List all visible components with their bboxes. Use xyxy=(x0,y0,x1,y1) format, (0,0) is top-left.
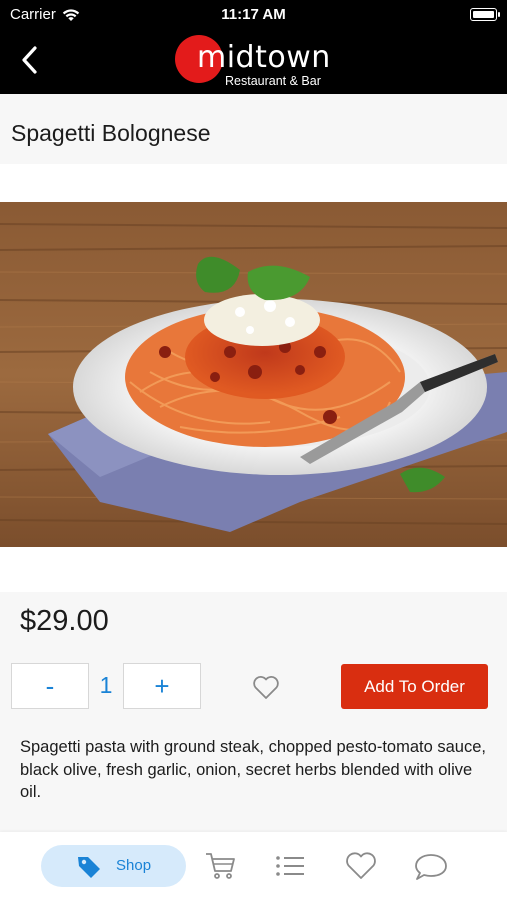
tag-icon xyxy=(78,857,100,878)
add-to-order-button[interactable]: Add To Order xyxy=(341,664,488,709)
battery-level xyxy=(472,10,494,18)
product-image xyxy=(0,202,507,547)
tab-shop-label: Shop xyxy=(116,857,152,874)
favorite-button[interactable] xyxy=(252,674,280,700)
restaurant-logo: midtown Restaurant & Bar xyxy=(175,32,345,88)
spaghetti-photo xyxy=(0,202,507,547)
title-bar: Spagetti Bolognese xyxy=(0,94,507,164)
bottom-tab-bar: Shop xyxy=(0,832,507,900)
status-time: 11:17 AM xyxy=(221,6,286,23)
top-bar: Carrier 11:17 AM midtown Restaurant & Ba… xyxy=(0,0,507,94)
cart-icon xyxy=(206,853,235,879)
back-button[interactable] xyxy=(14,42,44,78)
chevron-left-icon xyxy=(22,46,37,74)
heart-outline-icon xyxy=(253,676,279,699)
heart-icon xyxy=(346,852,376,879)
logo-subtitle: Restaurant & Bar xyxy=(225,74,321,88)
tab-cart[interactable] xyxy=(204,850,238,882)
product-title: Spagetti Bolognese xyxy=(11,120,211,146)
quantity-value: 1 xyxy=(99,672,113,698)
tab-chat[interactable] xyxy=(414,850,448,882)
tab-shop[interactable]: Shop xyxy=(41,845,186,887)
tab-favorites[interactable] xyxy=(344,850,378,882)
battery-icon xyxy=(470,8,500,21)
quantity-increment-button[interactable]: + xyxy=(123,663,201,709)
quantity-decrement-button[interactable]: - xyxy=(11,663,89,709)
chat-bubble-icon xyxy=(415,854,447,880)
list-icon xyxy=(276,856,304,876)
logo-wordmark: midtown xyxy=(197,40,331,75)
tab-list[interactable] xyxy=(274,850,308,882)
status-bar: Carrier 11:17 AM xyxy=(0,0,507,28)
product-description: Spagetti pasta with ground steak, choppe… xyxy=(20,738,486,801)
product-price: $29.00 xyxy=(20,605,109,637)
